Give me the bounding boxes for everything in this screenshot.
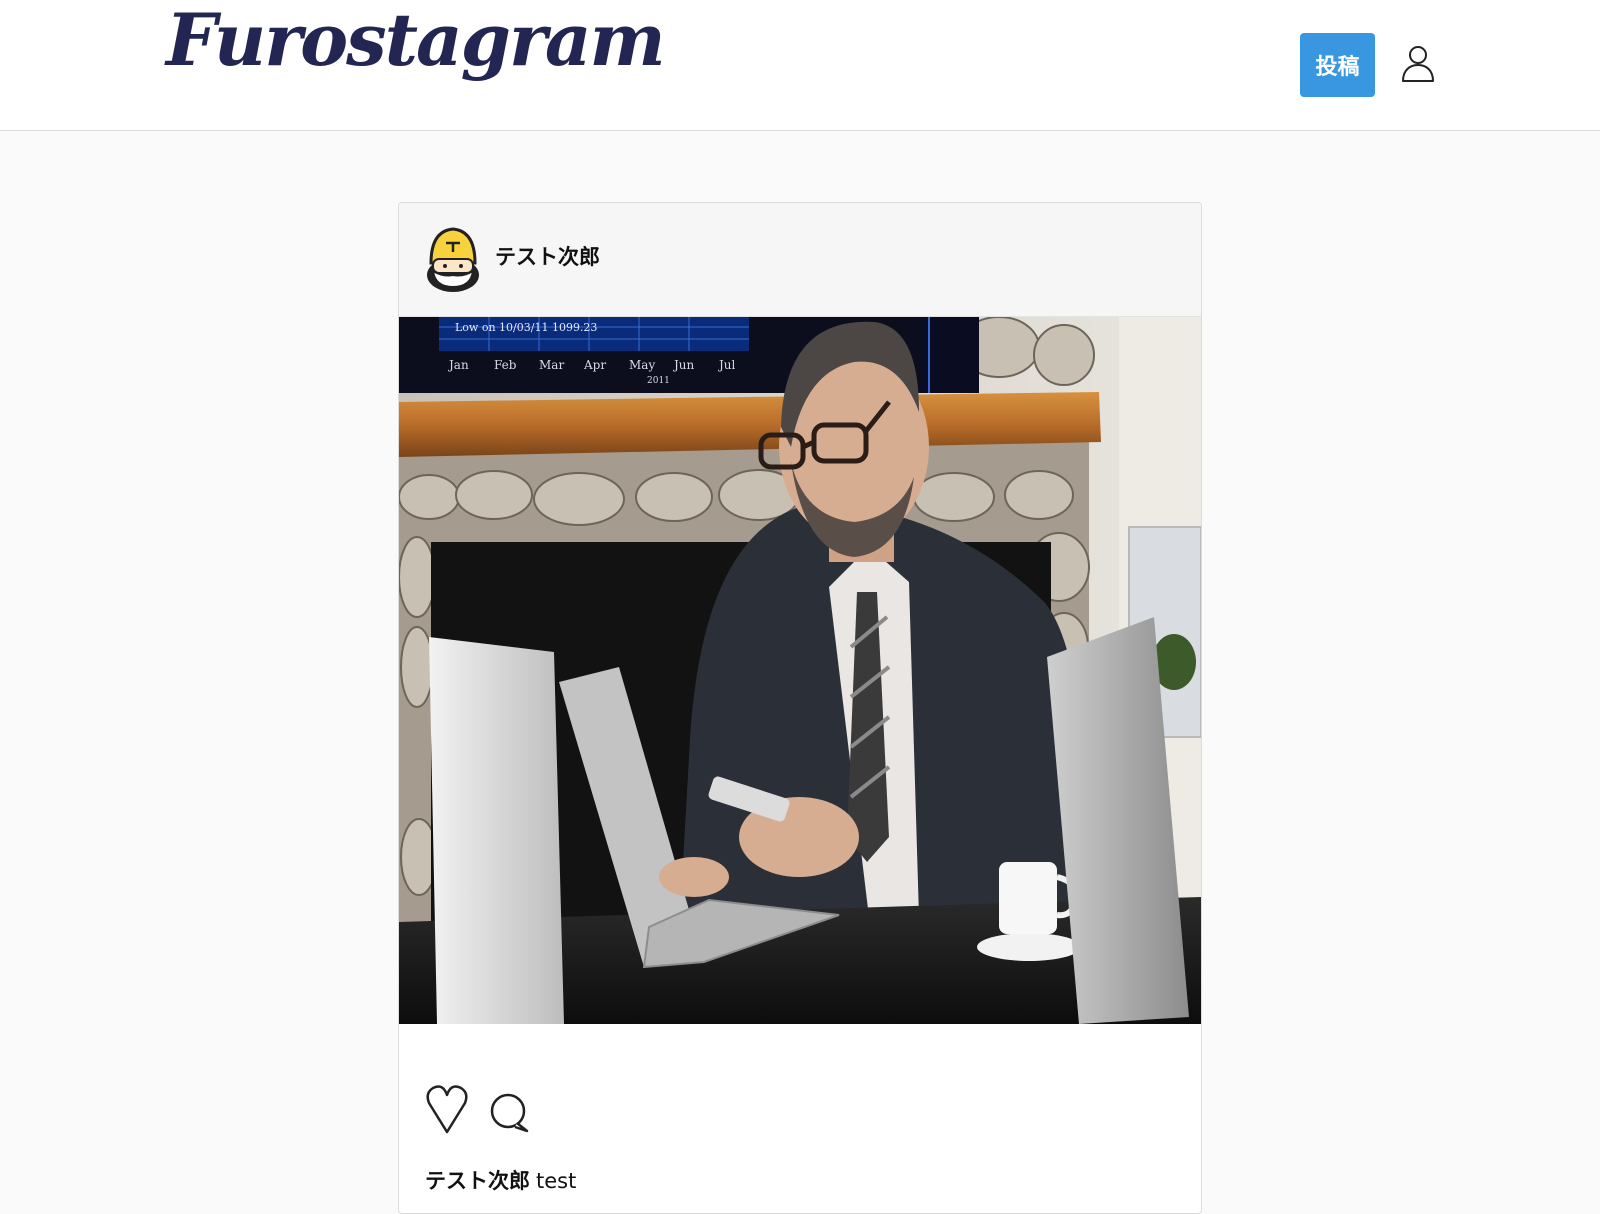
gnome-avatar-icon[interactable] — [425, 225, 481, 293]
app-logo[interactable]: Furostagram — [166, 4, 666, 76]
chart-screen-month: Jun — [672, 358, 695, 372]
chart-screen-year: 2011 — [647, 376, 670, 386]
post-button[interactable]: 投稿 — [1300, 33, 1375, 97]
chart-screen-month: Apr — [583, 358, 606, 372]
post-username[interactable]: テスト次郎 — [495, 241, 600, 271]
post-photo: Low on 10/03/11 1099.23 Jan Feb Mar Apr May Ju… — [399, 317, 1201, 1024]
top-navbar: Furostagram 投稿 — [0, 0, 1600, 131]
user-icon[interactable] — [1401, 44, 1435, 82]
chart-screen-label: Low on 10/03/11 1099.23 — [455, 321, 597, 334]
comment-icon[interactable] — [489, 1093, 529, 1133]
post-header: テスト次郎 — [399, 203, 1201, 317]
chart-screen-month: Mar — [539, 358, 564, 372]
chart-screen-month: May — [629, 358, 655, 372]
chart-screen-month: Jan — [447, 358, 469, 372]
post-card: テスト次郎 Low on 10/03/11 1099.23 Jan Feb Ma… — [398, 202, 1202, 1214]
caption-text: test — [536, 1169, 577, 1193]
chart-screen-month: Jul — [717, 358, 736, 372]
heart-icon[interactable] — [425, 1083, 469, 1135]
chart-screen-month: Feb — [494, 358, 517, 372]
caption-username[interactable]: テスト次郎 — [425, 1169, 530, 1193]
post-caption: テスト次郎 test — [425, 1165, 576, 1195]
